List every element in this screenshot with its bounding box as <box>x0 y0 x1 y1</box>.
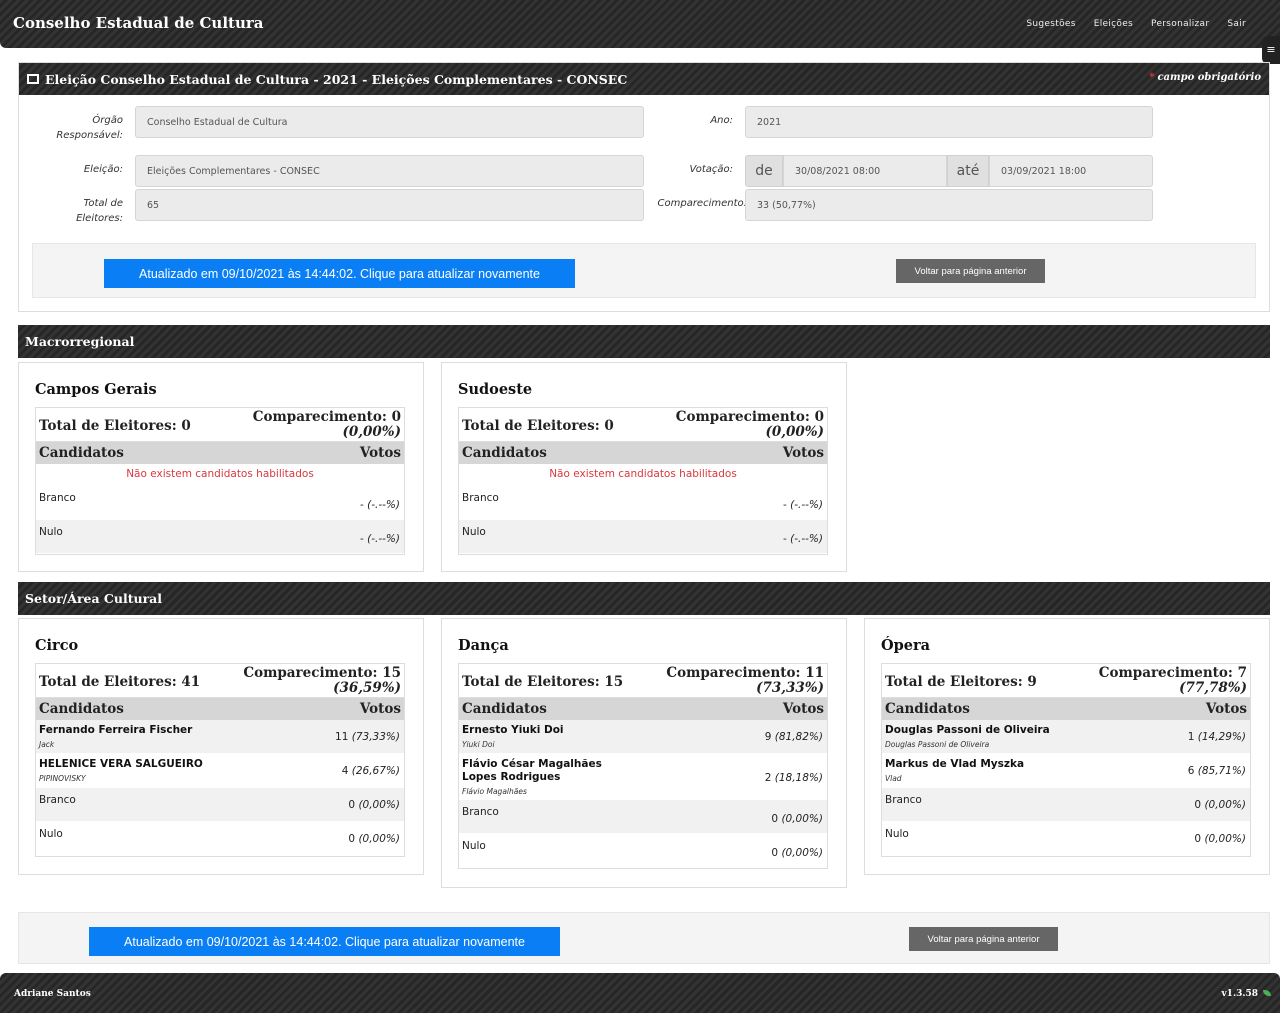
card-opera: Ópera Total de Eleitores: 9 Compareciment… <box>864 618 1270 875</box>
branco-row: Branco 0 (0,00%) <box>36 788 404 822</box>
col-votos: Votos <box>1205 701 1247 717</box>
required-note-label: campo obrigatório <box>1157 72 1261 83</box>
action-bar-top: Atualizado em 09/10/2021 às 14:44:02. Cl… <box>32 243 1256 298</box>
card-title: Sudoeste <box>458 381 533 398</box>
comparecimento: Comparecimento: 15 (36,59%) <box>243 665 401 696</box>
candidate-row: Douglas Passoni de Oliveira Douglas Passo… <box>882 720 1250 754</box>
card-title: Ópera <box>881 637 931 654</box>
col-candidatos: Candidatos <box>462 445 547 461</box>
nav-personalizar[interactable]: Personalizar <box>1151 19 1209 29</box>
total-eleitores: Total de Eleitores: 9 <box>885 674 1037 690</box>
logged-user: Adriane Santos <box>14 989 91 999</box>
nulo-row: Nulo - (-.--%) <box>36 520 404 554</box>
candidate-row: Ernesto Yiuki Doi Yiuki Doi 9 (81,82%) <box>459 720 827 754</box>
total-eleitores: Total de Eleitores: 41 <box>39 674 201 690</box>
footer-bar: Adriane Santos v1.3.58 <box>0 973 1280 1013</box>
back-button-bottom[interactable]: Voltar para página anterior <box>909 927 1058 951</box>
total-eleitores-field[interactable]: 65 <box>135 189 644 221</box>
comparecimento: Comparecimento: 0 (0,00%) <box>252 409 401 440</box>
no-candidates-row: Não existem candidatos habilitados <box>36 464 404 486</box>
ano-field[interactable]: 2021 <box>745 106 1153 138</box>
candidate-row: Fernando Ferreira Fischer Jack 11 (73,33%) <box>36 720 404 754</box>
eleicao-field[interactable]: Eleições Complementares - CONSEC <box>135 155 644 187</box>
total-eleitores-label: Total de Eleitores: <box>76 198 123 224</box>
results-table: Total de Eleitores: 41 Comparecimento: 15… <box>35 663 405 857</box>
comparecimento: Comparecimento: 11 (73,33%) <box>666 665 824 696</box>
refresh-button-top[interactable]: Atualizado em 09/10/2021 às 14:44:02. Cl… <box>104 259 575 288</box>
votacao-label: Votação: <box>689 164 733 175</box>
card-title: Campos Gerais <box>35 381 157 398</box>
comparecimento-label: Comparecimento: <box>657 198 748 209</box>
col-candidatos: Candidatos <box>39 701 124 717</box>
branco-row: Branco 0 (0,00%) <box>459 800 827 834</box>
card-danca: Dança Total de Eleitores: 15 Comparecimen… <box>441 618 847 888</box>
total-eleitores: Total de Eleitores: 0 <box>462 418 614 434</box>
ano-label: Ano: <box>710 115 733 126</box>
section-macrorregional: Macrorregional <box>18 325 1270 358</box>
eleicao-label: Eleição: <box>83 164 123 175</box>
comparecimento: Comparecimento: 7 (77,78%) <box>1098 665 1247 696</box>
branco-row: Branco - (-.--%) <box>459 486 827 520</box>
ate-addon: até <box>947 155 989 187</box>
top-nav: Sugestões Eleições Personalizar Sair <box>1026 19 1246 29</box>
candidate-row: HELENICE VERA SALGUEIRO PIPINOVISKY 4 (26,… <box>36 754 404 788</box>
app-version: v1.3.58 <box>1221 989 1258 999</box>
col-candidatos: Candidatos <box>885 701 970 717</box>
col-candidatos: Candidatos <box>39 445 124 461</box>
orgao-field[interactable]: Conselho Estadual de Cultura <box>135 106 644 138</box>
total-eleitores: Total de Eleitores: 15 <box>462 674 624 690</box>
section-setor-area: Setor/Área Cultural <box>18 582 1270 615</box>
comparecimento: Comparecimento: 0 (0,00%) <box>675 409 824 440</box>
branco-row: Branco 0 (0,00%) <box>882 788 1250 822</box>
comparecimento-field[interactable]: 33 (50,77%) <box>745 189 1153 221</box>
total-eleitores: Total de Eleitores: 0 <box>39 418 191 434</box>
de-addon: de <box>745 155 783 187</box>
app-title[interactable]: Conselho Estadual de Cultura <box>13 14 263 32</box>
back-button-top[interactable]: Voltar para página anterior <box>896 259 1045 283</box>
card-circo: Circo Total de Eleitores: 41 Comparecimen… <box>18 618 424 875</box>
orgao-label: Órgão Responsável: <box>56 115 123 141</box>
col-votos: Votos <box>359 701 401 717</box>
candidate-row: Flávio César Magalhães Lopes Rodrigues Fl… <box>459 754 827 800</box>
election-title: Eleição Conselho Estadual de Cultura - 2… <box>45 71 628 87</box>
results-table: Total de Eleitores: 9 Comparecimento: 7 (7… <box>881 663 1251 857</box>
col-votos: Votos <box>359 445 401 461</box>
menu-icon[interactable]: ≡ <box>1262 36 1280 64</box>
card-title: Dança <box>458 637 509 654</box>
nulo-row: Nulo 0 (0,00%) <box>36 822 404 856</box>
nav-sair[interactable]: Sair <box>1227 19 1246 29</box>
card-sudoeste: Sudoeste Total de Eleitores: 0 Comparecim… <box>441 362 847 572</box>
election-panel: Eleição Conselho Estadual de Cultura - 2… <box>18 62 1270 312</box>
nulo-row: Nulo 0 (0,00%) <box>882 822 1250 856</box>
action-bar-bottom: Atualizado em 09/10/2021 às 14:44:02. Cl… <box>18 912 1270 964</box>
col-candidatos: Candidatos <box>462 701 547 717</box>
election-panel-header: Eleição Conselho Estadual de Cultura - 2… <box>19 63 1269 95</box>
results-table: Total de Eleitores: 0 Comparecimento: 0 (0… <box>458 407 828 555</box>
nulo-row: Nulo - (-.--%) <box>459 520 827 554</box>
refresh-button-bottom[interactable]: Atualizado em 09/10/2021 às 14:44:02. Cl… <box>89 927 560 956</box>
col-votos: Votos <box>782 445 824 461</box>
leaf-icon <box>1263 990 1271 996</box>
candidate-row: Markus de Vlad Myszka Vlad 6 (85,71%) <box>882 754 1250 788</box>
branco-row: Branco - (-.--%) <box>36 486 404 520</box>
results-table: Total de Eleitores: 15 Comparecimento: 11… <box>458 663 828 869</box>
card-title: Circo <box>35 637 79 654</box>
nav-eleicoes[interactable]: Eleições <box>1094 19 1133 29</box>
ballot-box-icon <box>27 74 39 84</box>
card-campos-gerais: Campos Gerais Total de Eleitores: 0 Compa… <box>18 362 424 572</box>
vote-end-field[interactable]: 03/09/2021 18:00 <box>989 155 1153 187</box>
results-table: Total de Eleitores: 0 Comparecimento: 0 (0… <box>35 407 405 555</box>
vote-start-field[interactable]: 30/08/2021 08:00 <box>783 155 947 187</box>
nulo-row: Nulo 0 (0,00%) <box>459 834 827 868</box>
nav-sugestoes[interactable]: Sugestões <box>1026 19 1075 29</box>
top-navbar: Conselho Estadual de Cultura Sugestões E… <box>0 0 1280 48</box>
required-note: * campo obrigatório <box>1149 72 1261 83</box>
no-candidates-row: Não existem candidatos habilitados <box>459 464 827 486</box>
col-votos: Votos <box>782 701 824 717</box>
required-star: * <box>1149 72 1155 83</box>
